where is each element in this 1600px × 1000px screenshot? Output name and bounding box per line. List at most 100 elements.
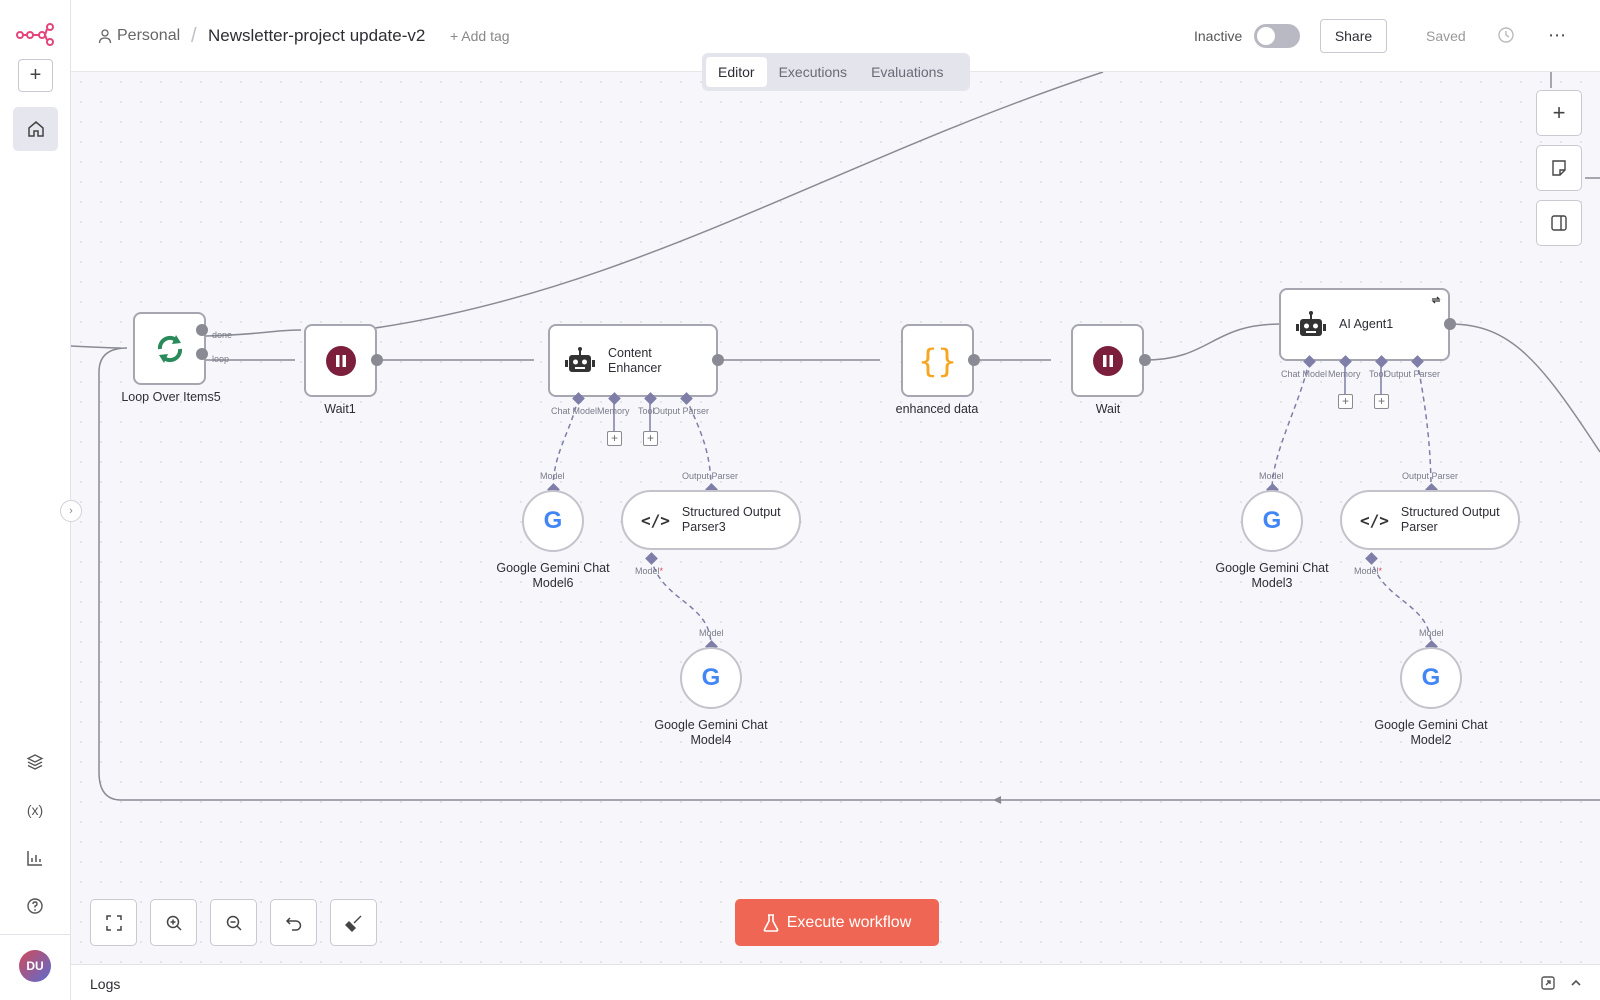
ce-label-output-parser: Output Parser bbox=[653, 406, 710, 416]
node-structured-output-parser[interactable]: </> Structured Output Parser bbox=[1340, 490, 1520, 550]
add-tag-button[interactable]: + Add tag bbox=[450, 28, 510, 44]
chevron-up-icon[interactable] bbox=[1568, 975, 1584, 991]
node-content-enhancer[interactable]: Content Enhancer bbox=[548, 324, 718, 397]
zoom-in-icon bbox=[166, 915, 182, 931]
sidebar-item-templates[interactable] bbox=[23, 750, 47, 774]
popout-icon[interactable] bbox=[1540, 975, 1556, 991]
code-tag-icon: </> bbox=[641, 510, 670, 530]
workflow-canvas[interactable]: done loop Loop Over Items5 Wait1 Content… bbox=[71, 72, 1600, 964]
fit-view-button[interactable] bbox=[90, 899, 137, 946]
active-toggle[interactable] bbox=[1254, 24, 1300, 48]
share-button[interactable]: Share bbox=[1320, 19, 1387, 53]
chart-bar-icon bbox=[27, 851, 42, 866]
gemini4-line2: Model4 bbox=[690, 733, 732, 747]
wait1-output[interactable] bbox=[371, 354, 383, 366]
node-label-enhanced-data: enhanced data bbox=[895, 402, 979, 416]
loop-loop-output[interactable] bbox=[196, 348, 208, 360]
node-gemini-chat-model6[interactable]: G bbox=[522, 490, 584, 552]
pause-icon bbox=[1092, 345, 1123, 376]
gemini4-line1: Google Gemini Chat bbox=[654, 718, 768, 732]
node-label-wait1: Wait1 bbox=[324, 402, 356, 416]
tab-executions[interactable]: Executions bbox=[767, 57, 859, 87]
required-mark: * bbox=[1378, 566, 1383, 576]
zoom-out-button[interactable] bbox=[210, 899, 257, 946]
logs-panel[interactable]: Logs bbox=[71, 964, 1600, 1000]
refresh-icon bbox=[1431, 296, 1441, 304]
tab-editor[interactable]: Editor bbox=[706, 57, 767, 87]
history-icon[interactable] bbox=[1497, 26, 1515, 44]
zoom-out-icon bbox=[226, 915, 242, 931]
zoom-in-button[interactable] bbox=[150, 899, 197, 946]
user-avatar[interactable]: DU bbox=[19, 950, 51, 982]
code-tag-icon: </> bbox=[1360, 510, 1389, 530]
node-label-gemini6: Google Gemini Chat Model6 bbox=[473, 561, 633, 591]
active-status-label: Inactive bbox=[1194, 28, 1243, 44]
gemini3-port-label: Model bbox=[1259, 471, 1284, 481]
toggle-knob bbox=[1257, 27, 1275, 45]
add-sticky-note-button[interactable] bbox=[1536, 145, 1582, 191]
sidebar-item-variables[interactable]: (x) bbox=[23, 798, 47, 822]
node-enhanced-data[interactable]: {} bbox=[901, 324, 974, 397]
flask-icon bbox=[763, 913, 779, 932]
ai-agent1-title: AI Agent1 bbox=[1339, 317, 1394, 331]
tidy-up-button[interactable] bbox=[330, 899, 377, 946]
google-g-icon: G bbox=[1262, 507, 1282, 534]
create-button[interactable]: + bbox=[18, 59, 53, 92]
content-enhancer-title-1: Content bbox=[608, 345, 652, 360]
gemini4-port-label: Model bbox=[699, 628, 724, 638]
gemini2-line2: Model2 bbox=[1410, 733, 1452, 747]
wait-output[interactable] bbox=[1139, 354, 1151, 366]
parser-line1: Structured Output bbox=[1400, 505, 1500, 519]
ai-agent1-output[interactable] bbox=[1444, 318, 1456, 330]
more-options-icon[interactable]: ⋯ bbox=[1546, 24, 1568, 46]
code-braces-icon: {} bbox=[918, 341, 957, 380]
parser3-model-text: Model bbox=[635, 566, 660, 576]
node-loop-over-items[interactable] bbox=[133, 312, 206, 385]
node-gemini-chat-model3[interactable]: G bbox=[1241, 490, 1303, 552]
tab-evaluations[interactable]: Evaluations bbox=[859, 57, 955, 87]
n8n-logo-icon[interactable] bbox=[16, 22, 54, 46]
reset-zoom-button[interactable] bbox=[270, 899, 317, 946]
required-mark: * bbox=[659, 566, 664, 576]
broom-icon bbox=[344, 915, 361, 932]
sidebar-item-home[interactable] bbox=[13, 107, 58, 151]
node-gemini-chat-model2[interactable]: G bbox=[1400, 647, 1462, 709]
sidebar-divider bbox=[0, 934, 71, 935]
content-enhancer-title-2: Enhancer bbox=[608, 360, 662, 375]
node-wait1[interactable] bbox=[304, 324, 377, 397]
sidebar-expand-button[interactable]: › bbox=[60, 500, 82, 522]
node-label-gemini3: Google Gemini Chat Model3 bbox=[1192, 561, 1352, 591]
sidebar-item-insights[interactable] bbox=[23, 846, 47, 870]
sidebar-item-help[interactable] bbox=[23, 894, 47, 918]
agent-label-output-parser: Output Parser bbox=[1384, 369, 1441, 379]
agent-add-tool-button[interactable]: + bbox=[1374, 394, 1389, 409]
add-node-button[interactable]: + bbox=[1536, 90, 1582, 136]
node-label-gemini4: Google Gemini Chat Model4 bbox=[631, 718, 791, 748]
help-circle-icon bbox=[27, 898, 43, 914]
node-ai-agent1[interactable]: AI Agent1 bbox=[1279, 288, 1450, 361]
gemini6-line1: Google Gemini Chat bbox=[496, 561, 610, 575]
fullscreen-icon bbox=[105, 914, 122, 931]
breadcrumb-separator: / bbox=[191, 25, 197, 47]
content-enhancer-output[interactable] bbox=[712, 354, 724, 366]
node-structured-output-parser3[interactable]: </> Structured Output Parser3 bbox=[621, 490, 801, 550]
plus-icon: + bbox=[29, 64, 42, 86]
node-label-gemini2: Google Gemini Chat Model2 bbox=[1351, 718, 1511, 748]
saved-status: Saved bbox=[1426, 28, 1466, 44]
gemini2-port-label: Model bbox=[1419, 628, 1444, 638]
ce-add-memory-button[interactable]: + bbox=[607, 431, 622, 446]
ce-add-tool-button[interactable]: + bbox=[643, 431, 658, 446]
agent-add-memory-button[interactable]: + bbox=[1338, 394, 1353, 409]
breadcrumb-personal[interactable]: Personal bbox=[117, 27, 180, 45]
node-wait[interactable] bbox=[1071, 324, 1144, 397]
workflow-title[interactable]: Newsletter-project update-v2 bbox=[208, 26, 425, 46]
parser-port-label: Output Parser bbox=[1402, 471, 1459, 481]
toggle-panel-button[interactable] bbox=[1536, 200, 1582, 246]
node-gemini-chat-model4[interactable]: G bbox=[680, 647, 742, 709]
execute-workflow-label: Execute workflow bbox=[786, 913, 912, 931]
left-sidebar: + (x) DU bbox=[0, 0, 71, 1000]
execute-workflow-button[interactable]: Execute workflow bbox=[735, 899, 939, 946]
loop-done-output[interactable] bbox=[196, 324, 208, 336]
user-icon bbox=[98, 29, 112, 44]
enhanced-data-output[interactable] bbox=[968, 354, 980, 366]
